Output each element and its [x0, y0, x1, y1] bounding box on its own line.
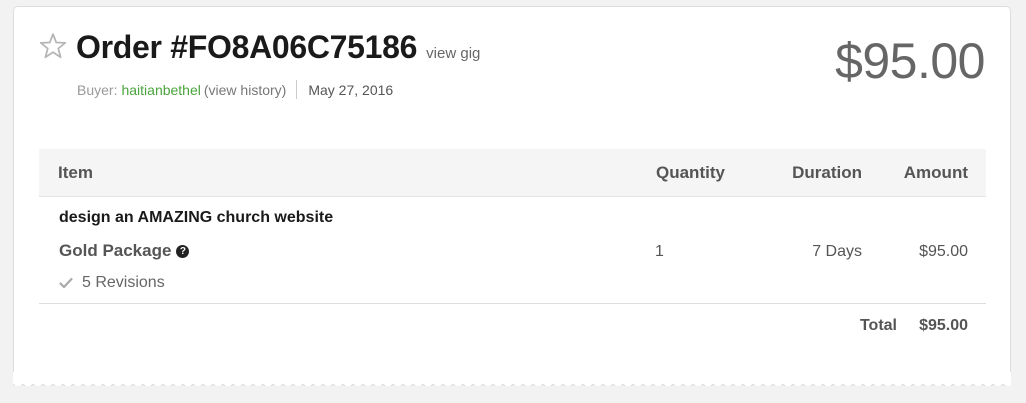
package-name: Gold Package ?	[59, 241, 190, 261]
total-label: Total	[859, 317, 897, 334]
buyer-name-link[interactable]: haitianbethel	[121, 82, 200, 98]
question-circle-icon[interactable]: ?	[176, 244, 190, 258]
package-label: Gold Package	[59, 241, 172, 260]
table-row: design an AMAZING church website Gold Pa…	[39, 197, 986, 304]
header-quantity: Quantity	[656, 163, 725, 182]
order-title: Order #FO8A06C75186	[76, 29, 418, 65]
order-meta: Buyer: haitianbethel (view history) May …	[77, 80, 393, 99]
duration-value: 7 Days	[812, 243, 862, 260]
view-history-link[interactable]: (view history)	[204, 82, 286, 98]
amount-value: $95.00	[919, 243, 968, 260]
order-header: Order #FO8A06C75186 view gig	[76, 29, 480, 66]
order-price: $95.00	[835, 33, 985, 89]
meta-divider	[296, 80, 298, 99]
order-date: May 27, 2016	[308, 81, 394, 98]
total-value: $95.00	[919, 317, 968, 334]
revisions-feature: 5 Revisions	[59, 274, 165, 292]
buyer-label: Buyer:	[77, 81, 118, 98]
order-items-table: Item Quantity Duration Amount design an …	[39, 149, 986, 348]
order-card: Order #FO8A06C75186 view gig Buyer: hait…	[13, 6, 1011, 384]
card-torn-edge	[13, 372, 1011, 386]
revisions-label: 5 Revisions	[82, 274, 165, 291]
table-header: Item Quantity Duration Amount	[39, 149, 986, 197]
item-name: design an AMAZING church website	[59, 209, 334, 226]
header-item: Item	[58, 163, 93, 182]
header-duration: Duration	[792, 163, 862, 182]
star-icon[interactable]	[38, 31, 68, 61]
total-row: Total $95.00	[39, 304, 986, 348]
quantity-value: 1	[655, 243, 664, 260]
view-gig-link[interactable]: view gig	[426, 45, 480, 62]
header-amount: Amount	[903, 163, 968, 182]
check-icon	[59, 277, 73, 289]
